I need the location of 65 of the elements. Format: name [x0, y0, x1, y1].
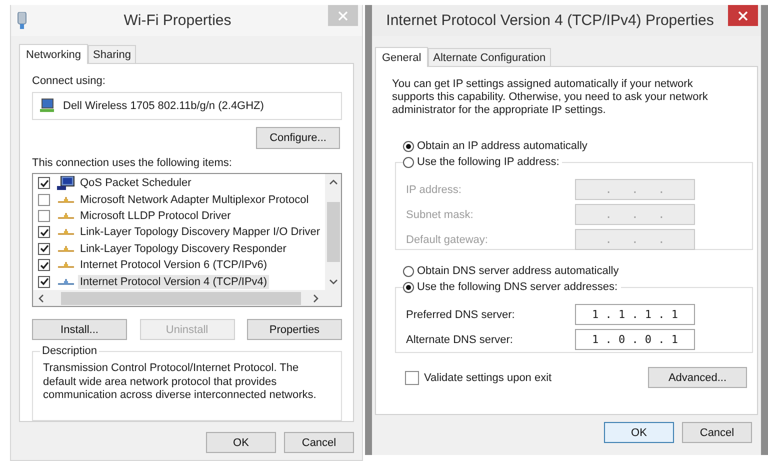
ip-address-field[interactable]: 1 . 1 . 1 . 1 [575, 304, 695, 325]
checkbox[interactable] [38, 177, 50, 190]
ip-address-field[interactable]: 1 . 0 . 0 . 1 [575, 329, 695, 350]
field-label: Preferred DNS server: [406, 308, 516, 320]
computer-icon [57, 176, 75, 191]
checkbox[interactable] [38, 194, 50, 206]
checkbox[interactable] [38, 210, 50, 222]
advanced-button[interactable]: Advanced... [648, 367, 747, 388]
network-adapter-icon [39, 98, 55, 114]
radio-button[interactable] [403, 140, 414, 152]
close-icon [738, 10, 748, 20]
checkbox[interactable] [38, 259, 50, 272]
radio-button[interactable] [403, 266, 414, 276]
horizontal-scrollbar[interactable] [33, 290, 341, 306]
list-item[interactable]: Internet Protocol Version 6 (TCP/IPv6) [78, 258, 270, 272]
dialog-button[interactable]: Cancel [682, 422, 752, 443]
radio-button[interactable] [403, 156, 414, 168]
checkbox[interactable] [38, 242, 50, 255]
radio-option[interactable]: Use the following IP address: [403, 156, 562, 168]
items-label: This connection uses the following items: [32, 156, 233, 170]
connect-using-label: Connect using: [32, 74, 106, 88]
list-item[interactable]: Internet Protocol Version 4 (TCP/IPv4) [78, 274, 270, 289]
close-icon [338, 10, 348, 20]
validate-option[interactable]: Validate settings upon exit [405, 370, 552, 384]
list-item[interactable]: Microsoft LLDP Protocol Driver [78, 208, 233, 223]
protocol-icon [57, 261, 75, 270]
checkbox[interactable] [405, 370, 419, 384]
list-item[interactable]: Microsoft Network Adapter Multiplexor Protocol [78, 192, 311, 207]
checkbox[interactable] [38, 226, 50, 238]
dialog-button[interactable]: OK [206, 432, 276, 453]
tab[interactable]: Networking [19, 44, 88, 64]
item-action-button[interactable]: Install... [32, 319, 127, 340]
protocol-icon [57, 244, 75, 253]
protocol-icon [57, 278, 75, 286]
protocol-icon [57, 228, 75, 236]
adapter-field: Dell Wireless 1705 802.11b/g/n (2.4GHZ) [32, 92, 342, 120]
dialog-button[interactable]: Cancel [284, 432, 354, 453]
window-title: Internet Protocol Version 4 (TCP/IPv4) Properties [385, 12, 715, 29]
radio-button[interactable] [403, 282, 414, 292]
intro-text: You can get IP settings assigned automatically if your network supports this capability. Otherwise, you need to ask your network administrator for the appropriate IP settings. [392, 78, 709, 117]
close-button[interactable] [728, 5, 758, 26]
item-action-button[interactable]: Properties [247, 319, 342, 340]
list-item[interactable]: QoS Packet Scheduler [78, 176, 194, 190]
field-label: IP address: [406, 184, 462, 196]
tab[interactable]: Alternate Configuration [428, 48, 551, 66]
tab[interactable]: Sharing [88, 45, 136, 63]
protocol-icon [57, 196, 75, 204]
window-title: Wi-Fi Properties [122, 12, 232, 29]
field-label: Subnet mask: [406, 208, 474, 220]
list-item[interactable]: Link-Layer Topology Discovery Mapper I/O Driver [78, 225, 322, 240]
tab[interactable]: General [375, 47, 428, 67]
radio-option[interactable]: Use the following DNS server addresses: [403, 281, 621, 293]
radio-option[interactable]: Obtain an IP address automatically [403, 140, 747, 152]
dialog-button[interactable]: OK [604, 422, 674, 443]
vertical-scrollbar[interactable] [325, 174, 341, 290]
list-item[interactable]: Link-Layer Topology Discovery Responder [78, 242, 288, 256]
field-label: Default gateway: [406, 234, 489, 246]
configure-button[interactable]: Configure... [256, 127, 340, 149]
checkbox[interactable] [38, 276, 50, 288]
field-label: Alternate DNS server: [406, 334, 514, 346]
radio-option[interactable]: Obtain DNS server address automatically [403, 265, 747, 277]
network-adapter-icon [17, 12, 27, 30]
description-text: Transmission Control Protocol/Internet Protocol. The default wide area network protocol that provides communication across diverse interconnected networks. [43, 362, 318, 402]
group-title: Description [40, 345, 100, 357]
protocol-icon [57, 212, 75, 220]
